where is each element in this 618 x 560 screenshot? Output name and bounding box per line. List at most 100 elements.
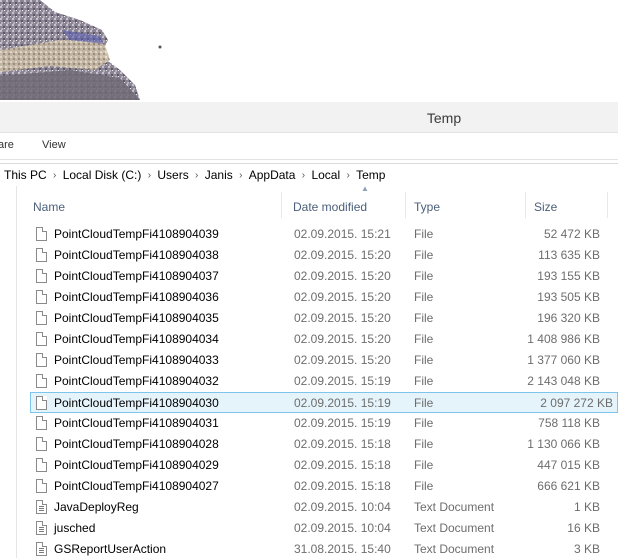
file-row[interactable]: PointCloudTempFi4108904039 02.09.2015. 15…: [17, 224, 618, 245]
file-type: Text Document: [414, 542, 495, 556]
column-header-date[interactable]: Date modified: [293, 200, 367, 214]
file-name: PointCloudTempFi4108904030: [54, 396, 219, 410]
file-name: PointCloudTempFi4108904039: [54, 227, 219, 241]
file-name: PointCloudTempFi4108904038: [54, 248, 219, 262]
text-document-icon: [36, 521, 47, 535]
file-row[interactable]: PointCloudTempFi4108904038 02.09.2015. 15…: [17, 245, 618, 266]
file-type: File: [414, 458, 434, 472]
file-row[interactable]: PointCloudTempFi4108904032 02.09.2015. 15…: [17, 371, 618, 392]
file-name: PointCloudTempFi4108904029: [54, 458, 219, 472]
breadcrumb-janis[interactable]: Janis: [205, 168, 233, 182]
file-row[interactable]: PointCloudTempFi4108904037 02.09.2015. 15…: [17, 266, 618, 287]
file-icon: [36, 248, 47, 262]
file-size: 1 408 986 KB: [527, 332, 600, 346]
file-size: 1 377 060 KB: [527, 353, 600, 367]
file-type: File: [414, 479, 434, 493]
file-icon: [36, 311, 47, 325]
file-size: 758 118 KB: [538, 416, 600, 430]
file-icon: [36, 332, 47, 346]
file-size: 2 143 048 KB: [527, 374, 600, 388]
file-date-modified: 02.09.2015. 15:20: [294, 248, 391, 262]
file-type: File: [414, 269, 434, 283]
file-date-modified: 02.09.2015. 15:18: [294, 479, 391, 493]
file-date-modified: 02.09.2015. 15:18: [294, 437, 391, 451]
file-icon: [36, 290, 47, 304]
file-row[interactable]: PointCloudTempFi4108904036 02.09.2015. 15…: [17, 287, 618, 308]
column-divider[interactable]: [525, 192, 526, 218]
window-title: Temp: [426, 110, 462, 126]
column-divider[interactable]: [405, 192, 406, 218]
column-header-size[interactable]: Size: [534, 200, 557, 214]
file-date-modified: 02.09.2015. 15:20: [294, 269, 391, 283]
file-name: PointCloudTempFi4108904033: [54, 353, 219, 367]
file-name: PointCloudTempFi4108904031: [54, 416, 219, 430]
file-date-modified: 02.09.2015. 10:04: [294, 521, 391, 535]
breadcrumb-local[interactable]: Local: [311, 168, 340, 182]
tab-share[interactable]: are: [0, 139, 14, 151]
file-list: PointCloudTempFi4108904039 02.09.2015. 15…: [17, 224, 618, 560]
column-header-row: Name ▲ Date modified Type Size: [17, 184, 618, 226]
file-type: File: [414, 311, 434, 325]
chevron-right-icon[interactable]: ›: [47, 170, 63, 181]
file-size: 193 155 KB: [537, 269, 600, 283]
sort-up-icon: ▲: [361, 184, 369, 193]
chevron-right-icon[interactable]: ›: [189, 170, 205, 181]
file-icon: [36, 396, 47, 410]
file-type: File: [414, 332, 434, 346]
file-name: PointCloudTempFi4108904035: [54, 311, 219, 325]
file-type: Text Document: [414, 521, 495, 535]
file-type: File: [414, 248, 434, 262]
file-size: 2 097 272 KB: [540, 396, 613, 410]
file-name: PointCloudTempFi4108904034: [54, 332, 219, 346]
file-type: Text Document: [414, 500, 495, 514]
address-bar[interactable]: This PC › Local Disk (C:) › Users › Jani…: [0, 163, 618, 187]
file-row[interactable]: PointCloudTempFi4108904031 02.09.2015. 15…: [17, 413, 618, 434]
file-date-modified: 02.09.2015. 10:04: [294, 500, 391, 514]
file-size: 666 621 KB: [537, 479, 600, 493]
file-row[interactable]: GSReportUserAction 31.08.2015. 15:40 Text …: [17, 539, 618, 560]
file-type: File: [414, 374, 434, 388]
file-size: 52 472 KB: [543, 227, 600, 241]
file-size: 193 505 KB: [537, 290, 600, 304]
file-row[interactable]: PointCloudTempFi4108904029 02.09.2015. 15…: [17, 455, 618, 476]
file-icon: [36, 437, 47, 451]
file-date-modified: 02.09.2015. 15:20: [294, 332, 391, 346]
file-date-modified: 02.09.2015. 15:19: [294, 416, 391, 430]
file-size: 1 KB: [573, 500, 600, 514]
chevron-right-icon[interactable]: ›: [141, 170, 157, 181]
tab-view[interactable]: View: [42, 139, 66, 151]
point-cloud-render: [0, 0, 618, 102]
breadcrumb-temp[interactable]: Temp: [356, 168, 385, 182]
file-name: PointCloudTempFi4108904032: [54, 374, 219, 388]
window-title-bar: Temp: [0, 102, 618, 133]
file-size: 196 320 KB: [537, 311, 600, 325]
breadcrumb-local-disk[interactable]: Local Disk (C:): [63, 168, 142, 182]
file-date-modified: 02.09.2015. 15:20: [294, 353, 391, 367]
file-icon: [36, 479, 47, 493]
ribbon-tabs: are View: [0, 133, 618, 160]
breadcrumb-this-pc[interactable]: This PC: [4, 168, 47, 182]
file-row[interactable]: PointCloudTempFi4108904027 02.09.2015. 15…: [17, 476, 618, 497]
text-document-icon: [36, 500, 47, 514]
file-row[interactable]: PointCloudTempFi4108904034 02.09.2015. 15…: [17, 329, 618, 350]
breadcrumb-appdata[interactable]: AppData: [249, 168, 296, 182]
file-type: File: [414, 290, 434, 304]
file-row[interactable]: JavaDeployReg 02.09.2015. 10:04 Text Docum…: [17, 497, 618, 518]
file-row[interactable]: PointCloudTempFi4108904028 02.09.2015. 15…: [17, 434, 618, 455]
file-name: PointCloudTempFi4108904037: [54, 269, 219, 283]
column-divider[interactable]: [281, 192, 282, 218]
file-row[interactable]: PointCloudTempFi4108904030 02.09.2015. 15…: [30, 392, 618, 413]
file-date-modified: 02.09.2015. 15:19: [294, 396, 391, 410]
chevron-right-icon[interactable]: ›: [340, 170, 356, 181]
file-icon: [36, 458, 47, 472]
column-header-type[interactable]: Type: [414, 200, 440, 214]
chevron-right-icon[interactable]: ›: [233, 170, 249, 181]
file-icon: [36, 227, 47, 241]
column-header-name[interactable]: Name: [33, 200, 65, 214]
column-divider[interactable]: [607, 192, 608, 218]
file-row[interactable]: PointCloudTempFi4108904035 02.09.2015. 15…: [17, 308, 618, 329]
file-row[interactable]: jusched 02.09.2015. 10:04 Text Document 16 …: [17, 518, 618, 539]
breadcrumb-users[interactable]: Users: [157, 168, 188, 182]
file-row[interactable]: PointCloudTempFi4108904033 02.09.2015. 15…: [17, 350, 618, 371]
chevron-right-icon[interactable]: ›: [295, 170, 311, 181]
